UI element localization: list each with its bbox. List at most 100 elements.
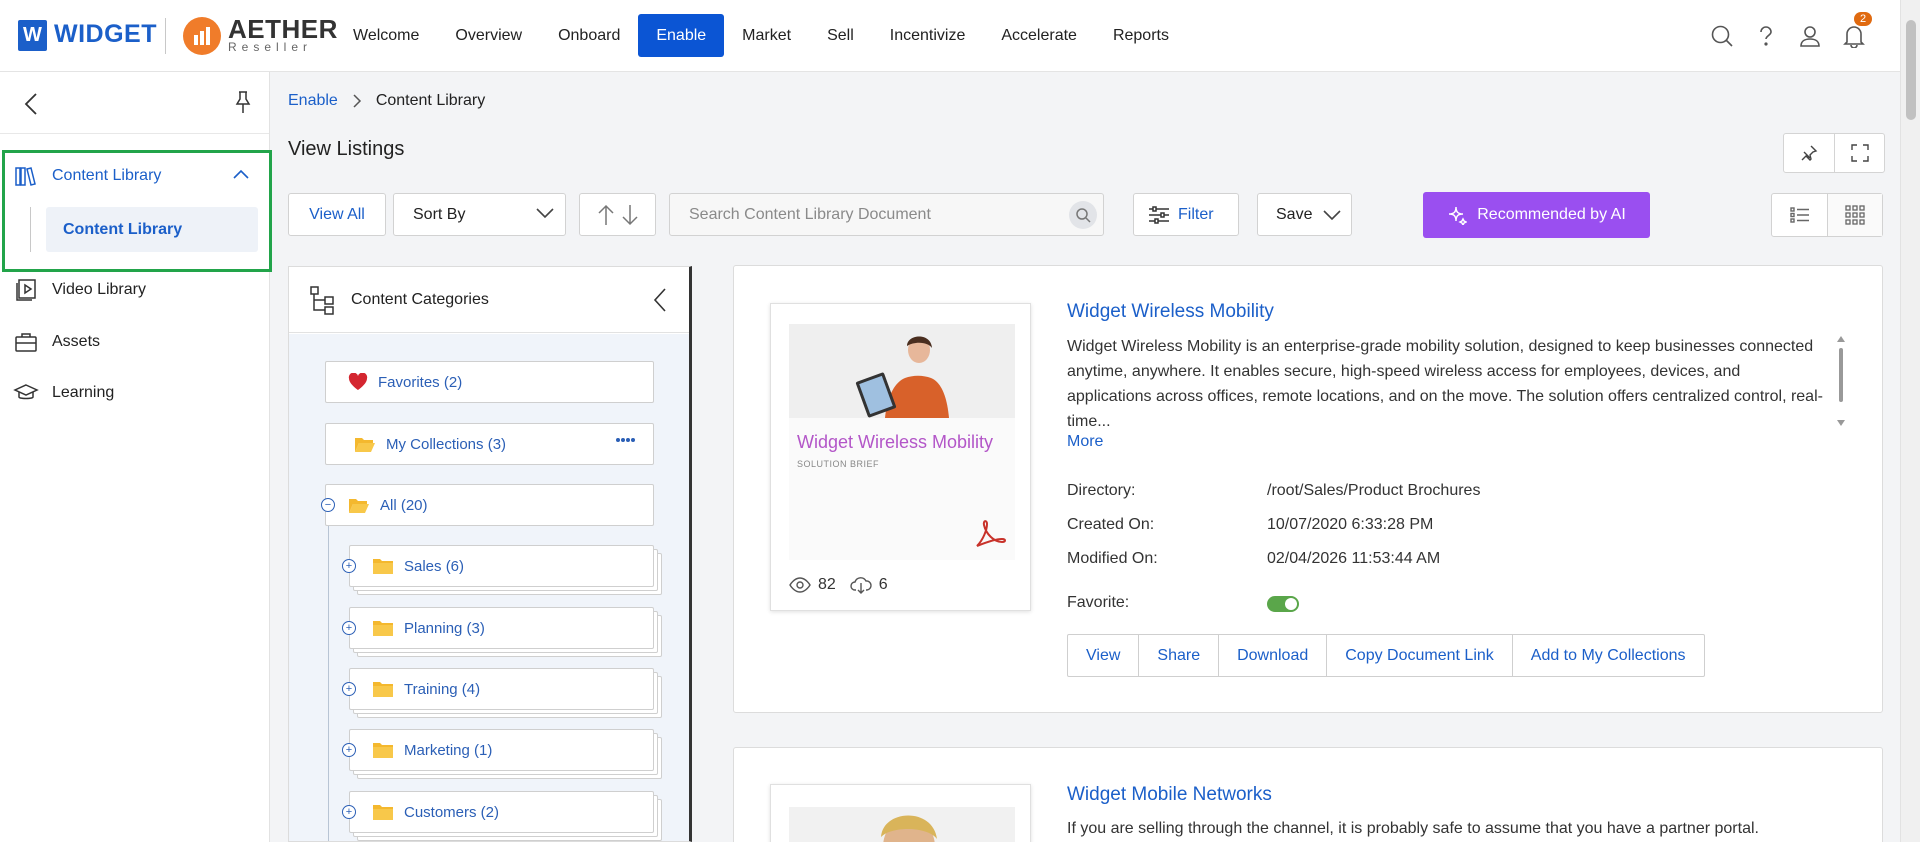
nav-welcome[interactable]: Welcome xyxy=(335,14,437,57)
aether-logo-subtext: Reseller xyxy=(228,40,313,54)
collapse-sidebar-icon[interactable] xyxy=(24,92,38,116)
category-customers[interactable]: Customers (2) xyxy=(349,791,654,833)
downloads-count: 6 xyxy=(878,576,888,593)
more-options-icon[interactable] xyxy=(615,437,635,443)
expand-icon[interactable]: + xyxy=(342,559,356,573)
sparkle-icon xyxy=(1447,205,1468,225)
document-title[interactable]: Widget Mobile Networks xyxy=(1067,784,1272,806)
view-all-button[interactable]: View All xyxy=(288,193,386,236)
description-scrollbar[interactable] xyxy=(1837,336,1845,426)
breadcrumb-enable[interactable]: Enable xyxy=(288,92,338,110)
document-description: Widget Wireless Mobility is an enterpris… xyxy=(1067,338,1823,430)
meta-created-label: Created On: xyxy=(1067,516,1155,533)
top-nav-bar: W WIDGET AETHER Reseller Welcome Overvie… xyxy=(0,0,1900,72)
view-button[interactable]: View xyxy=(1068,635,1138,676)
sidebar-item-assets[interactable]: Assets xyxy=(0,320,270,364)
expand-icon[interactable]: + xyxy=(342,682,356,696)
category-label: Customers (2) xyxy=(404,803,500,821)
category-label: Training (4) xyxy=(404,680,481,698)
sidebar: Content Library Content Library Video Li… xyxy=(0,72,272,842)
recommended-label: Recommended by AI xyxy=(1477,206,1626,223)
document-title[interactable]: Widget Wireless Mobility xyxy=(1067,301,1274,323)
category-sales[interactable]: Sales (6) xyxy=(349,545,654,587)
sort-by-select[interactable]: Sort By xyxy=(393,193,566,236)
recommended-by-ai-button[interactable]: Recommended by AI xyxy=(1423,192,1650,238)
category-planning[interactable]: Planning (3) xyxy=(349,607,654,649)
category-my-collections[interactable]: My Collections (3) xyxy=(325,423,654,465)
pin-icon[interactable] xyxy=(234,90,252,114)
category-label: All (20) xyxy=(380,496,428,514)
expand-icon[interactable]: + xyxy=(342,805,356,819)
nav-reports[interactable]: Reports xyxy=(1095,14,1187,57)
category-marketing[interactable]: Marketing (1) xyxy=(349,729,654,771)
document-thumbnail[interactable]: Widget Wireless Mobility SOLUTION BRIEF xyxy=(789,324,1015,560)
pdf-icon xyxy=(973,518,1007,550)
sidebar-item-video-library[interactable]: Video Library xyxy=(0,268,270,312)
search-icon[interactable] xyxy=(1700,18,1744,54)
submenu-line xyxy=(30,207,31,252)
share-button[interactable]: Share xyxy=(1138,635,1218,676)
nav-onboard[interactable]: Onboard xyxy=(540,14,638,57)
document-thumbnail-card[interactable]: Widget Wireless Mobility SOLUTION BRIEF … xyxy=(770,303,1031,611)
sidebar-item-content-library[interactable]: Content Library xyxy=(0,154,270,198)
more-link[interactable]: More xyxy=(1067,433,1103,451)
nav-accelerate[interactable]: Accelerate xyxy=(983,14,1095,57)
filter-button[interactable]: Filter xyxy=(1133,193,1239,236)
search-input[interactable]: Search Content Library Document xyxy=(669,193,1104,236)
chevron-up-icon[interactable] xyxy=(232,168,250,180)
nav-incentivize[interactable]: Incentivize xyxy=(872,14,984,57)
notification-badge: 2 xyxy=(1854,12,1873,26)
favorite-label: Favorite: xyxy=(1067,594,1130,611)
video-library-icon xyxy=(0,278,52,302)
breadcrumb-chevron-icon xyxy=(352,93,362,109)
save-dropdown[interactable]: Save xyxy=(1257,193,1352,236)
page-scrollbar[interactable] xyxy=(1900,0,1920,842)
nav-sell[interactable]: Sell xyxy=(809,14,872,57)
add-to-collections-button[interactable]: Add to My Collections xyxy=(1511,635,1704,676)
widget-logo-mark[interactable]: W xyxy=(18,20,47,51)
collapse-all-icon[interactable]: − xyxy=(321,498,335,512)
favorite-toggle[interactable] xyxy=(1267,596,1299,612)
help-icon[interactable] xyxy=(1744,18,1788,54)
thumbnail-photo xyxy=(789,324,1015,418)
download-button[interactable]: Download xyxy=(1218,635,1326,676)
tree-line xyxy=(328,510,329,841)
document-thumbnail[interactable] xyxy=(789,807,1015,842)
category-label: Marketing (1) xyxy=(404,741,493,759)
fullscreen-icon[interactable] xyxy=(1834,134,1884,172)
category-training[interactable]: Training (4) xyxy=(349,668,654,710)
nav-market[interactable]: Market xyxy=(724,14,809,57)
search-submit-icon[interactable] xyxy=(1069,201,1097,229)
sidebar-item-learning[interactable]: Learning xyxy=(0,371,270,415)
expand-icon[interactable]: + xyxy=(342,621,356,635)
arrow-up-icon xyxy=(596,203,616,227)
grid-view-icon[interactable] xyxy=(1827,194,1882,236)
categories-tree: Favorites (2) My Collections (3) All (20… xyxy=(289,334,689,841)
sidebar-item-label: Video Library xyxy=(52,281,146,298)
copy-document-link-button[interactable]: Copy Document Link xyxy=(1326,635,1512,676)
category-label: Planning (3) xyxy=(404,619,485,637)
expand-icon[interactable]: + xyxy=(342,743,356,757)
bell-icon[interactable]: 2 xyxy=(1832,12,1876,54)
sidebar-subitem-content-library[interactable]: Content Library xyxy=(46,207,258,252)
nav-enable[interactable]: Enable xyxy=(638,14,725,57)
category-all[interactable]: All (20) xyxy=(325,484,654,526)
meta-created-value: 10/07/2020 6:33:28 PM xyxy=(1267,516,1434,533)
pin-view-icon[interactable] xyxy=(1784,134,1834,172)
sidebar-item-label: Assets xyxy=(52,333,101,350)
thumbnail-subtitle: SOLUTION BRIEF xyxy=(797,459,880,469)
nav-overview[interactable]: Overview xyxy=(437,14,540,57)
category-tree-icon xyxy=(309,285,335,315)
sort-direction-button[interactable] xyxy=(579,193,656,236)
document-thumbnail-card[interactable] xyxy=(770,784,1031,842)
widget-logo-text[interactable]: WIDGET xyxy=(54,20,157,49)
category-favorites[interactable]: Favorites (2) xyxy=(325,361,654,403)
top-icon-group: 2 xyxy=(1700,12,1876,54)
page-scrollbar-thumb[interactable] xyxy=(1906,20,1916,120)
save-label: Save xyxy=(1276,205,1313,223)
filter-label: Filter xyxy=(1178,205,1214,223)
user-icon[interactable] xyxy=(1788,18,1832,54)
view-tools xyxy=(1783,133,1885,173)
collapse-panel-icon[interactable] xyxy=(653,287,667,313)
list-view-icon[interactable] xyxy=(1772,194,1827,236)
